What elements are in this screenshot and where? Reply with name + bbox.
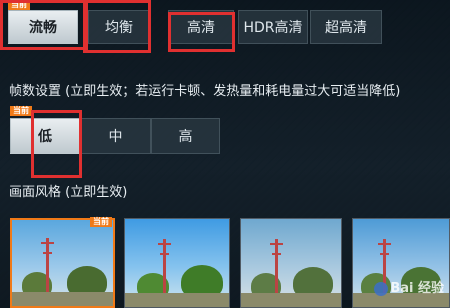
ground-image xyxy=(125,293,229,307)
fps-option-label: 低 xyxy=(38,129,52,145)
quality-option-hd[interactable]: 高清 xyxy=(168,10,234,44)
style-setting-label: 画面风格 (立即生效) xyxy=(9,185,128,200)
quality-option-label: HDR高清 xyxy=(243,20,303,36)
tower-image xyxy=(41,238,54,296)
fps-option-label: 高 xyxy=(178,129,193,145)
fps-option-label: 中 xyxy=(108,129,123,145)
tower-image xyxy=(158,239,171,297)
quality-option-hdr-hd[interactable]: HDR高清 xyxy=(238,10,308,44)
ground-image xyxy=(12,292,113,306)
current-tag: 当前 xyxy=(90,217,112,227)
quality-option-balanced[interactable]: 均衡 xyxy=(88,10,150,44)
quality-option-label: 高清 xyxy=(187,20,215,36)
fps-setting-label: 帧数设置 (立即生效；若运行卡顿、发热量和耗电量过大可适当降低) xyxy=(9,84,401,99)
current-tag: 当前 xyxy=(8,0,30,10)
tower-image xyxy=(270,239,283,297)
style-thumbnail-1[interactable] xyxy=(10,218,115,308)
quality-option-label: 均衡 xyxy=(105,20,133,36)
quality-option-ultra-hd[interactable]: 超高清 xyxy=(310,10,382,44)
ground-image xyxy=(241,293,341,307)
fps-option-high[interactable]: 高 xyxy=(151,118,220,154)
paw-icon xyxy=(374,281,389,296)
style-thumbnail-3[interactable] xyxy=(240,218,342,308)
quality-option-smooth[interactable]: 流畅 xyxy=(8,10,78,44)
current-tag: 当前 xyxy=(10,106,32,116)
watermark: Bai 经验 xyxy=(374,277,444,296)
quality-option-label: 流畅 xyxy=(29,20,57,36)
fps-option-medium[interactable]: 中 xyxy=(80,118,151,154)
fps-option-low[interactable]: 低 xyxy=(10,118,80,154)
quality-option-label: 超高清 xyxy=(325,20,367,36)
style-thumbnail-2[interactable] xyxy=(124,218,230,308)
watermark-text: Bai 经验 xyxy=(390,281,444,296)
